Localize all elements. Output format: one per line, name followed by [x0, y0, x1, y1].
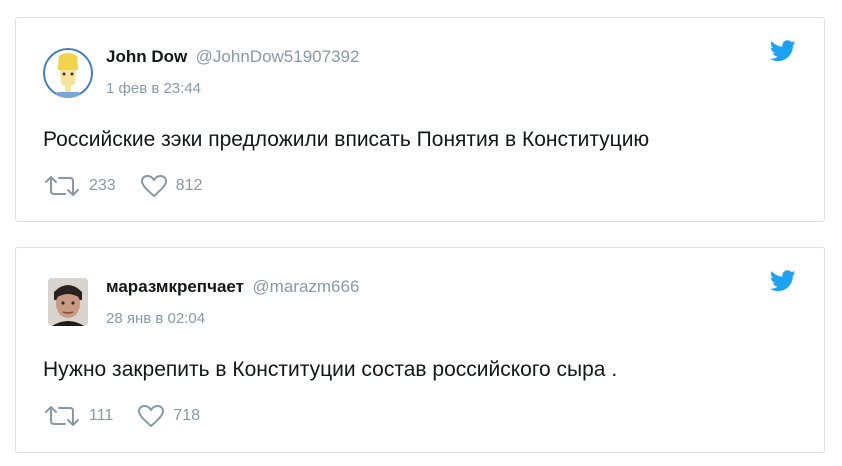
avatar[interactable] [43, 48, 93, 98]
user-handle[interactable]: @marazm666 [252, 277, 359, 296]
like-count: 812 [175, 177, 203, 194]
avatar[interactable] [48, 278, 88, 326]
heart-icon [140, 175, 167, 197]
like-stat[interactable]: 718 [137, 404, 200, 428]
display-name[interactable]: маразмкрепчает [106, 277, 244, 296]
name-row: John Dow @JohnDow51907392 [106, 47, 359, 67]
face-photo-icon [48, 278, 88, 326]
heart-icon [138, 405, 165, 427]
tweet-stats: 233 812 [43, 174, 226, 198]
tweet-card[interactable]: маразмкрепчает @marazm666 28 янв в 02:04… [15, 247, 825, 453]
tweet-text: Нужно закрепить в Конституции состав рос… [43, 358, 618, 381]
tweet-stats: 111 718 [43, 404, 224, 428]
tweet-text: Российские зэки предложили вписать Понят… [43, 128, 650, 151]
tweet-card[interactable]: John Dow @JohnDow51907392 1 фев в 23:44 … [15, 17, 825, 222]
retweet-icon [45, 176, 79, 196]
retweet-count: 233 [89, 177, 116, 194]
retweet-stat[interactable]: 111 [43, 404, 113, 428]
tweet-date[interactable]: 28 янв в 02:04 [106, 310, 205, 327]
like-count: 718 [173, 407, 201, 424]
twitter-bird-icon[interactable] [769, 270, 796, 297]
display-name[interactable]: John Dow [106, 47, 187, 66]
name-row: маразмкрепчает @marazm666 [106, 277, 359, 297]
retweet-icon [45, 406, 79, 426]
cartoon-character-icon [43, 48, 93, 98]
user-handle[interactable]: @JohnDow51907392 [196, 47, 360, 66]
retweet-count: 111 [89, 407, 114, 424]
tweet-date[interactable]: 1 фев в 23:44 [106, 80, 201, 97]
like-stat[interactable]: 812 [140, 174, 203, 198]
twitter-bird-icon[interactable] [769, 40, 796, 67]
retweet-stat[interactable]: 233 [43, 174, 116, 198]
